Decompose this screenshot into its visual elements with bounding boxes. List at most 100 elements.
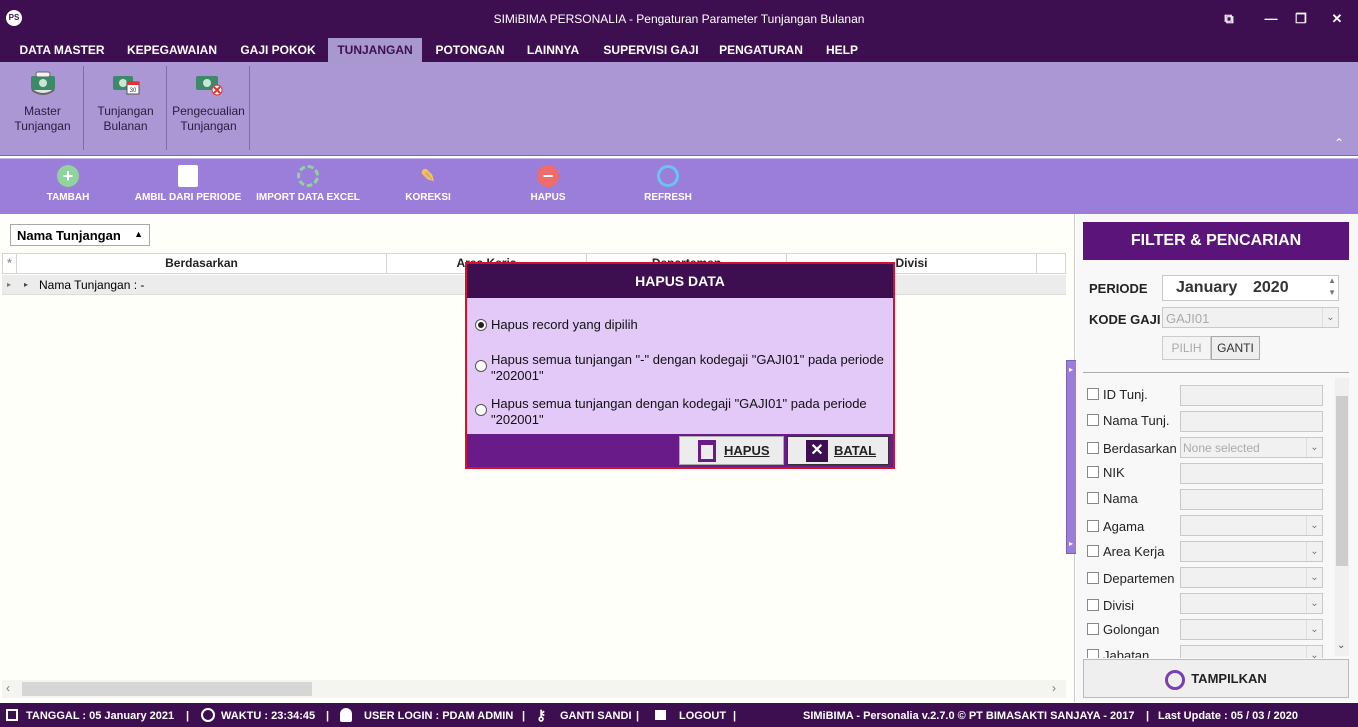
user-icon — [340, 708, 352, 722]
option-hapus-record[interactable]: Hapus record yang dipilih — [475, 316, 885, 336]
menu-data-master[interactable]: DATA MASTER — [8, 38, 116, 62]
area-kerja-select[interactable]: ⌄ — [1180, 541, 1323, 562]
radio-hapus-semua[interactable] — [475, 404, 487, 416]
hapus-data-dialog: HAPUS DATA Hapus record yang dipilih Hap… — [465, 262, 895, 469]
departemen-select[interactable]: ⌄ — [1180, 567, 1323, 588]
maximize-button[interactable]: ❐ — [1292, 10, 1310, 28]
nama-tunj-field[interactable] — [1180, 411, 1323, 432]
hapus-button[interactable]: HAPUS — [679, 436, 784, 465]
collapse-ribbon-icon[interactable]: ⌃ — [1334, 136, 1344, 150]
checkbox-nama[interactable] — [1087, 492, 1099, 504]
periode-spinner[interactable]: January 2020 ▲ ▼ — [1162, 275, 1339, 301]
checkbox-nik[interactable] — [1087, 466, 1099, 478]
menu-tunjangan[interactable]: TUNJANGAN — [328, 38, 422, 62]
import-data-excel-button[interactable]: IMPORT DATA EXCEL — [252, 165, 364, 203]
option-hapus-semua-tunjangan[interactable]: Hapus semua tunjangan dengan kodegaji "G… — [475, 396, 885, 430]
filter-scroll-thumb[interactable] — [1336, 396, 1348, 566]
kode-gaji-value: GAJI01 — [1166, 311, 1210, 326]
tunjangan-bulanan-button[interactable]: 30 Tunjangan Bulanan — [85, 66, 167, 150]
trash-icon — [698, 440, 716, 462]
search-icon — [1165, 669, 1186, 690]
spin-up-icon[interactable]: ▲ — [1328, 276, 1336, 285]
chevron-down-icon: ⌄ — [1306, 646, 1322, 658]
master-tunjangan-button[interactable]: Master Tunjangan — [2, 66, 84, 150]
checkbox-id-tunj[interactable] — [1087, 388, 1099, 400]
menu-kepegawaian[interactable]: KEPEGAWAIAN — [118, 38, 226, 62]
money-calendar-icon: 30 — [111, 70, 141, 98]
ganti-sandi-link[interactable]: GANTI SANDI — [560, 710, 632, 722]
close-button[interactable]: ✕ — [1328, 10, 1346, 28]
menu-lainnya[interactable]: LAINNYA — [516, 38, 590, 62]
expand-icon[interactable]: ▸ — [24, 275, 28, 295]
import-icon — [297, 165, 319, 187]
checkbox-area-kerja[interactable] — [1087, 545, 1099, 557]
divisi-select[interactable]: ⌄ — [1180, 593, 1323, 614]
pengecualian-tunjangan-button[interactable]: Pengecualian Tunjangan — [168, 66, 250, 150]
hapus-toolbar-button[interactable]: − HAPUS — [520, 165, 576, 203]
checkbox-departemen[interactable] — [1087, 572, 1099, 584]
checkbox-golongan[interactable] — [1087, 623, 1099, 635]
radio-hapus-record[interactable] — [475, 319, 487, 331]
checkbox-agama[interactable] — [1087, 520, 1099, 532]
scroll-right-icon[interactable]: › — [1052, 681, 1056, 695]
filter-label-nik: NIK — [1103, 465, 1125, 480]
checkbox-nama-tunj[interactable] — [1087, 414, 1099, 426]
menu-gaji-pokok[interactable]: GAJI POKOK — [230, 38, 326, 62]
koreksi-button[interactable]: ✎ KOREKSI — [400, 165, 456, 203]
pilih-button[interactable]: PILIH — [1162, 336, 1211, 360]
ambil-dari-periode-button[interactable]: AMBIL DARI PERIODE — [132, 165, 244, 203]
status-user: USER LOGIN : PDAM ADMIN — [364, 710, 514, 722]
checkbox-divisi[interactable] — [1087, 599, 1099, 611]
spin-down-icon[interactable]: ▼ — [1328, 288, 1336, 297]
tampilkan-button[interactable]: TAMPILKAN — [1083, 659, 1349, 698]
id-tunj-field[interactable] — [1180, 385, 1323, 406]
chevron-down-icon: ⌄ — [1306, 568, 1322, 587]
berdasarkan-select[interactable]: None selected ⌄ — [1180, 437, 1323, 458]
logout-link[interactable]: LOGOUT — [679, 710, 726, 722]
nik-field[interactable] — [1180, 463, 1323, 484]
ganti-button[interactable]: GANTI — [1211, 336, 1260, 360]
scroll-down-icon[interactable]: ⌄ — [1337, 640, 1345, 651]
svg-text:30: 30 — [129, 88, 136, 94]
hapus-label: HAPUS — [530, 192, 566, 203]
menu-potongan[interactable]: POTONGAN — [425, 38, 515, 62]
menu-help[interactable]: HELP — [814, 38, 870, 62]
filter-label-jabatan: Jabatan — [1103, 648, 1150, 658]
restore-icon[interactable]: ⧉ — [1220, 10, 1238, 28]
checkbox-berdasarkan[interactable] — [1087, 442, 1099, 454]
copy-document-icon — [178, 165, 198, 187]
group-by-button[interactable]: Nama Tunjangan ▲ — [10, 224, 150, 246]
refresh-button[interactable]: REFRESH — [640, 165, 696, 203]
filter-label-id-tunj: ID Tunj. — [1103, 387, 1148, 402]
separator: | — [1146, 710, 1150, 722]
radio-hapus-semua-minus[interactable] — [475, 360, 487, 372]
chevron-down-icon: ⌄ — [1306, 620, 1322, 639]
title-bar: PS SIMiBIMA PERSONALIA - Pengaturan Para… — [0, 0, 1358, 38]
column-berdasarkan[interactable]: Berdasarkan — [17, 254, 387, 273]
golongan-select[interactable]: ⌄ — [1180, 619, 1323, 640]
agama-select[interactable]: ⌄ — [1180, 515, 1323, 536]
scroll-left-icon[interactable]: ‹ — [6, 681, 10, 695]
menu-bar: DATA MASTER KEPEGAWAIAN GAJI POKOK TUNJA… — [0, 38, 1358, 62]
refresh-label: REFRESH — [644, 192, 692, 203]
checkbox-jabatan[interactable] — [1087, 649, 1099, 658]
horizontal-scrollbar[interactable]: ‹ › — [2, 680, 1066, 698]
kode-gaji-select[interactable]: GAJI01 ⌄ — [1162, 307, 1339, 328]
filter-label-departemen: Departemen — [1103, 571, 1175, 586]
close-icon: ✕ — [806, 440, 828, 462]
batal-label: BATAL — [834, 443, 877, 458]
batal-button[interactable]: ✕ BATAL — [787, 436, 889, 465]
jabatan-select[interactable]: ⌄ — [1180, 645, 1323, 658]
hapus-label: HAPUS — [724, 443, 770, 458]
row-pointer-icon: ▸ — [7, 280, 12, 289]
nama-field[interactable] — [1180, 489, 1323, 510]
menu-pengaturan[interactable]: PENGATURAN — [710, 38, 812, 62]
menu-supervisi-gaji[interactable]: SUPERVISI GAJI — [594, 38, 708, 62]
scroll-thumb[interactable] — [22, 682, 312, 696]
splitter-arrow-icon: ▸ — [1069, 539, 1074, 548]
minimize-button[interactable]: — — [1262, 10, 1280, 28]
filter-scrollbar[interactable]: ⌄ — [1335, 378, 1349, 656]
tambah-button[interactable]: + TAMBAH — [40, 165, 96, 203]
option-hapus-semua-tunjangan-minus[interactable]: Hapus semua tunjangan "-" dengan kodegaj… — [475, 352, 885, 386]
row-indicator-icon: * — [3, 254, 17, 273]
